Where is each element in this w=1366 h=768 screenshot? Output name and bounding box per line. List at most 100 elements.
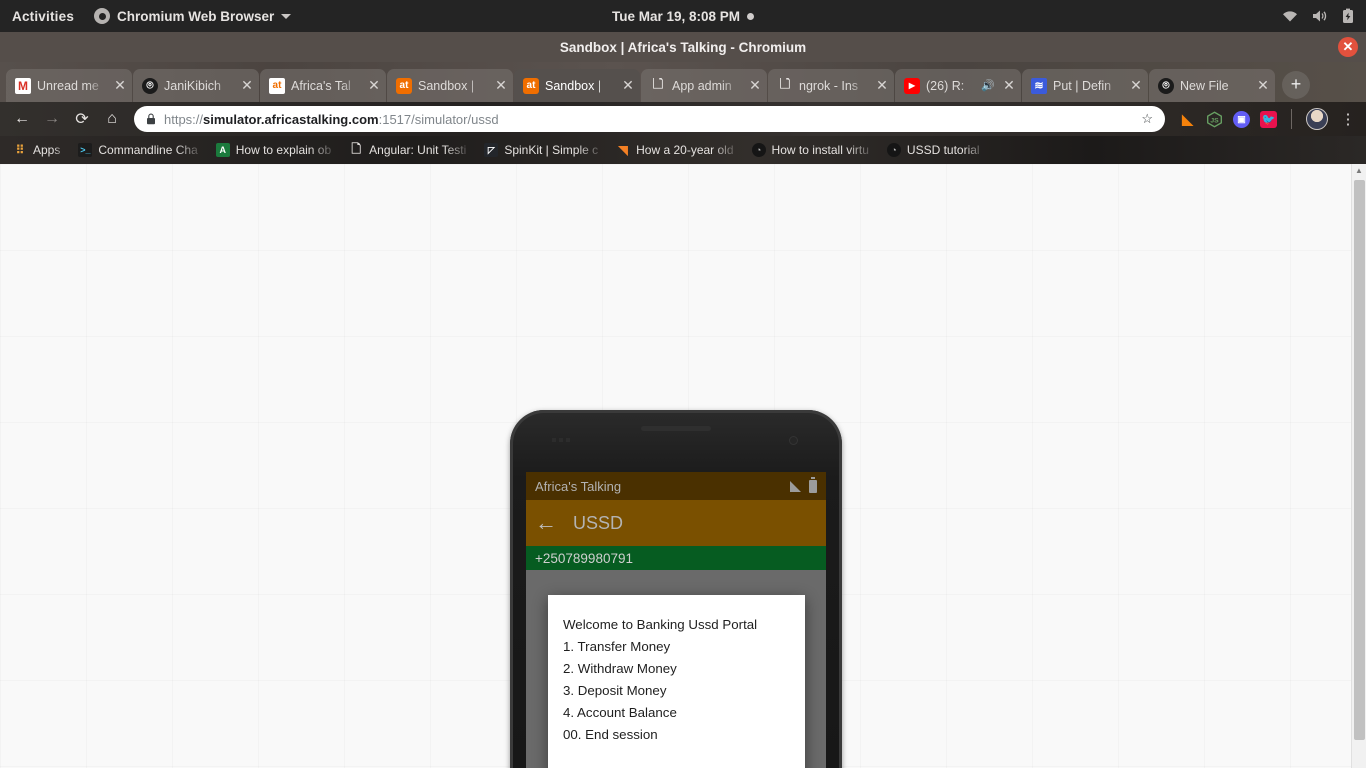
tab-sandbox-active[interactable]: at Sandbox | ✕ xyxy=(514,69,640,102)
bookmark-angular-unit-testing[interactable]: 🗋 Angular: Unit Testi xyxy=(342,141,473,159)
recording-indicator-icon xyxy=(747,12,755,20)
tab-close-icon[interactable]: ✕ xyxy=(493,77,509,94)
tab-janikibichi[interactable]: ⌾ JaniKibich ✕ xyxy=(133,69,259,102)
apps-grid-icon: ⠿ xyxy=(15,143,25,157)
github-icon: ⌾ xyxy=(1158,77,1174,94)
generic-page-icon: 🗋 xyxy=(351,141,361,156)
tab-close-icon[interactable]: ✕ xyxy=(112,77,128,94)
simulator-status-bar: Africa's Talking xyxy=(526,472,826,500)
url-scheme: https:// xyxy=(164,111,204,127)
generic-page-icon: 🗋 xyxy=(652,77,664,91)
tab-ngrok[interactable]: 🗋 ngrok - Ins ✕ xyxy=(768,69,894,102)
tab-label: App admin xyxy=(672,78,732,93)
status-bar-title: Africa's Talking xyxy=(535,478,622,494)
tab-label: ngrok - Ins xyxy=(799,78,859,93)
ussd-menu-line: Welcome to Banking Ussd Portal xyxy=(563,617,758,632)
tab-put-define[interactable]: ≋ Put | Defin ✕ xyxy=(1022,69,1148,102)
tab-audio-playing-icon[interactable]: 🔊 xyxy=(981,79,995,92)
bookmark-label: Apps xyxy=(33,143,61,157)
simulator-phone-number-bar: +250789980791 xyxy=(526,546,826,570)
app-menu-button[interactable]: Chromium Web Browser xyxy=(88,8,297,24)
tab-close-icon[interactable]: ✕ xyxy=(366,77,382,94)
back-arrow-icon[interactable]: ← xyxy=(535,512,557,534)
africastalking-icon: at xyxy=(523,77,539,94)
window-close-button[interactable]: ✕ xyxy=(1338,37,1358,57)
bookmark-star-icon[interactable]: ☆ xyxy=(1141,111,1153,127)
battery-icon xyxy=(809,476,817,493)
bookmark-label: SpinKit | Simple c xyxy=(504,143,599,157)
browser-toolbar: ← → ⟳ ⌂ https://simulator.africastalking… xyxy=(0,102,1366,136)
tab-label: Sandbox | xyxy=(545,78,602,93)
scroll-up-arrow-icon[interactable]: ▲ xyxy=(1352,164,1366,178)
tab-close-icon[interactable]: ✕ xyxy=(1128,77,1144,94)
bookmark-commandline-challenge[interactable]: >_ Commandline Cha xyxy=(71,141,204,159)
ussd-menu-text: Welcome to Banking Ussd Portal 1. Transf… xyxy=(548,595,805,746)
tab-strip: M Unread me ✕ ⌾ JaniKibich ✕ at Africa's… xyxy=(0,62,1366,102)
new-tab-button[interactable]: + xyxy=(1282,71,1310,99)
activities-button[interactable]: Activities xyxy=(0,9,88,24)
dictionary-icon: ≋ xyxy=(1031,77,1047,94)
tab-label: Put | Defin xyxy=(1053,78,1112,93)
phone-number-label: +250789980791 xyxy=(535,550,633,566)
page-scrollbar[interactable]: ▲ xyxy=(1351,164,1366,768)
tab-app-admin[interactable]: 🗋 App admin ✕ xyxy=(641,69,767,102)
ussd-dialog: Welcome to Banking Ussd Portal 1. Transf… xyxy=(548,595,805,768)
bookmark-how-a-20-year-old[interactable]: ◥ How a 20-year old xyxy=(609,141,740,159)
tab-new-file[interactable]: ⌾ New File ✕ xyxy=(1149,69,1275,102)
tab-close-icon[interactable]: ✕ xyxy=(620,77,636,94)
phone-sensor-icon xyxy=(552,438,570,442)
ussd-menu-line: 1. Transfer Money xyxy=(563,639,671,654)
tab-close-icon[interactable]: ✕ xyxy=(1255,77,1271,94)
tab-africas-talking[interactable]: at Africa's Tal ✕ xyxy=(260,69,386,102)
profile-avatar[interactable] xyxy=(1306,108,1328,130)
bookmark-label: USSD tutorial xyxy=(906,143,980,157)
tab-close-icon[interactable]: ✕ xyxy=(747,77,763,94)
tab-sandbox-1[interactable]: at Sandbox | ✕ xyxy=(387,69,513,102)
terminal-icon: >_ xyxy=(78,143,93,157)
africastalking-icon: at xyxy=(269,77,285,94)
ussd-reply-input[interactable] xyxy=(563,758,790,768)
chrome-menu-icon[interactable]: ⋮ xyxy=(1338,110,1358,128)
tab-label: (26) R: xyxy=(926,78,965,93)
clock-button[interactable]: Tue Mar 19, 8:08 PM xyxy=(523,9,843,24)
svg-text:JS: JS xyxy=(1210,117,1219,124)
reload-button[interactable]: ⟳ xyxy=(68,105,96,133)
home-button[interactable]: ⌂ xyxy=(98,105,126,133)
gnome-top-bar: Activities Chromium Web Browser Tue Mar … xyxy=(0,0,1366,32)
spinkit-icon: ◸ xyxy=(484,143,499,157)
tab-close-icon[interactable]: ✕ xyxy=(239,77,255,94)
bookmark-apps[interactable]: ⠿ Apps xyxy=(6,141,67,159)
scrollbar-thumb[interactable] xyxy=(1354,180,1365,740)
twitter-icon[interactable]: 🐦 xyxy=(1260,110,1277,128)
ussd-menu-line: 2. Withdraw Money xyxy=(563,661,677,676)
back-button[interactable]: ← xyxy=(8,105,36,133)
bookmark-label: Commandline Cha xyxy=(98,143,198,157)
simulator-app-bar: ← USSD xyxy=(526,500,826,546)
nodejs-icon[interactable]: JS xyxy=(1206,110,1223,128)
stackoverflow-icon: ◥ xyxy=(618,143,628,157)
phone-speaker-icon xyxy=(641,426,711,431)
firebase-icon[interactable]: ◣ xyxy=(1179,111,1196,128)
github-icon: ⌾ xyxy=(142,77,158,94)
window-title: Sandbox | Africa's Talking - Chromium xyxy=(559,39,807,55)
tab-unread-mail[interactable]: M Unread me ✕ xyxy=(6,69,132,102)
bookmark-ussd-tutorial[interactable]: ◔ USSD tutorial xyxy=(880,141,987,159)
url-domain: simulator.africastalking.com xyxy=(203,111,379,127)
tab-close-icon[interactable]: ✕ xyxy=(1001,77,1017,94)
forward-button[interactable]: → xyxy=(38,105,66,133)
dark-site-icon: ◔ xyxy=(886,143,901,157)
system-tray[interactable] xyxy=(1282,0,1354,32)
bookmark-spinkit[interactable]: ◸ SpinKit | Simple c xyxy=(477,141,605,159)
tab-label: JaniKibich xyxy=(164,78,221,93)
bookmark-how-to-explain-objects[interactable]: A How to explain ob xyxy=(209,141,338,159)
toolbar-divider xyxy=(1291,109,1292,129)
address-bar[interactable]: https://simulator.africastalking.com:151… xyxy=(134,106,1165,132)
tab-close-icon[interactable]: ✕ xyxy=(874,77,890,94)
africastalking-icon: at xyxy=(396,77,412,94)
bookmark-how-to-install-virtualenv[interactable]: ◔ How to install virtu xyxy=(745,141,876,159)
loom-icon[interactable]: ▣ xyxy=(1233,110,1250,128)
ussd-reply-input-wrapper xyxy=(548,746,805,768)
tab-youtube[interactable]: ▶ (26) R: 🔊 ✕ xyxy=(895,69,1021,102)
youtube-icon: ▶ xyxy=(904,77,920,94)
page-viewport: Africa's Talking ← USSD +250789980791 U xyxy=(0,164,1366,768)
